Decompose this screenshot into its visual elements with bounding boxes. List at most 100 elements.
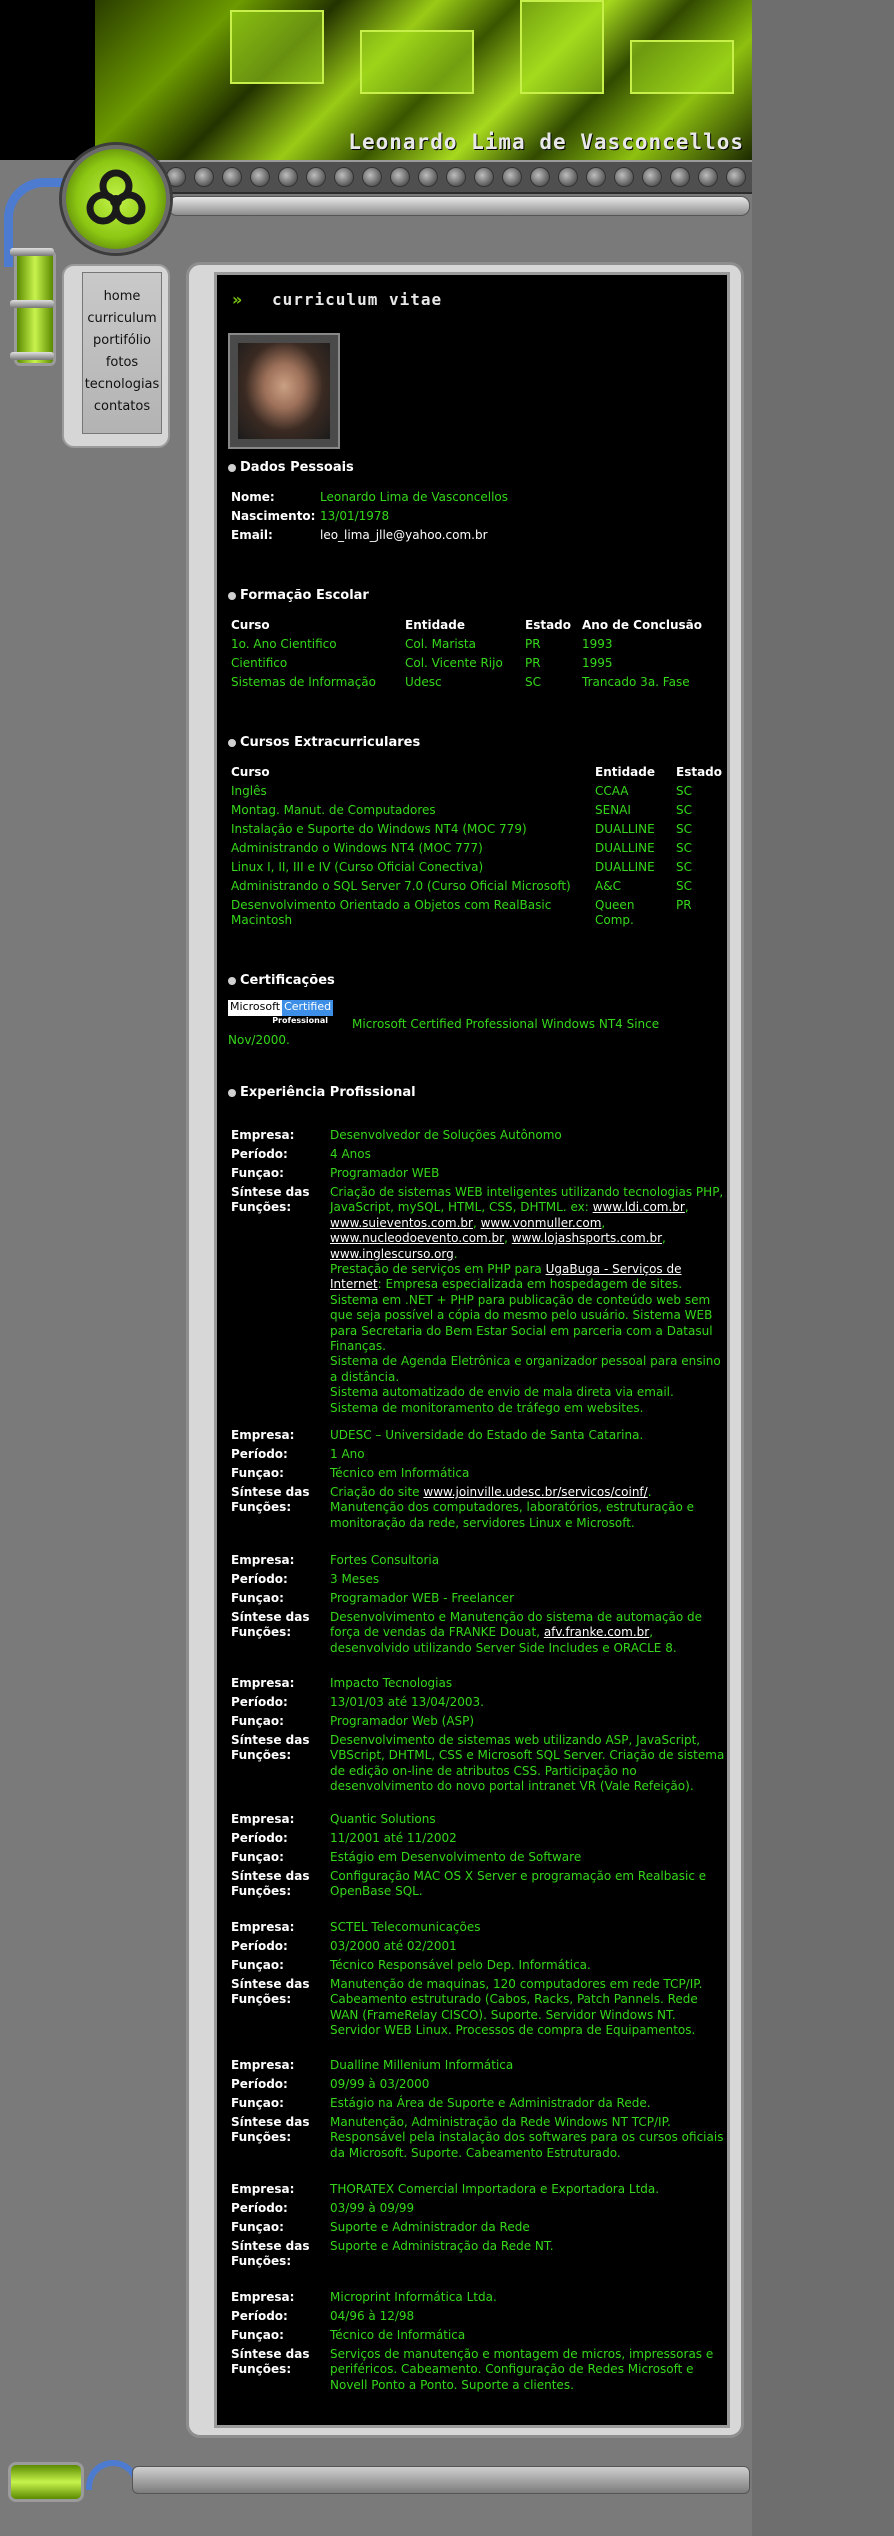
value-funcao: Programador Web (ASP) <box>330 1714 475 1728</box>
external-link[interactable]: www.vonmuller.com <box>481 1216 602 1230</box>
value-nome: Leonardo Lima de Vasconcellos <box>320 490 509 504</box>
label-funcao: Funçao: <box>231 2096 284 2110</box>
nav-tecnologias[interactable]: tecnologias <box>82 374 162 396</box>
nav-fotos[interactable]: fotos <box>82 352 162 374</box>
label-periodo: Período: <box>231 1447 288 1461</box>
table-cell: Cientifico <box>231 656 288 670</box>
value-funcao: Programador WEB <box>330 1166 440 1180</box>
col-header: Estado <box>676 765 723 779</box>
table-cell: SC <box>676 803 692 817</box>
section-cursos: Cursos Extracurriculares <box>228 735 420 750</box>
value-sintese: Criação de sistemas WEB inteligentes uti… <box>330 1185 724 1415</box>
table-cell: Instalação e Suporte do Windows NT4 (MOC… <box>231 822 527 836</box>
canister-ring <box>10 248 54 256</box>
decor-block <box>520 0 604 94</box>
table-cell: 1993 <box>582 637 613 651</box>
value-empresa: UDESC – Universidade do Estado de Santa … <box>330 1428 644 1442</box>
label-funcao: Funçao: <box>231 2328 284 2342</box>
nav-menu: home curriculum portifólio fotos tecnolo… <box>82 286 162 418</box>
value-periodo: 04/96 à 12/98 <box>330 2309 415 2323</box>
chrome-rail <box>168 196 750 216</box>
table-cell: SC <box>676 860 692 874</box>
site-title: Leonardo Lima de Vasconcellos <box>348 130 744 154</box>
nav-home[interactable]: home <box>82 286 162 308</box>
table-cell: A&C <box>595 879 621 893</box>
table-cell: SC <box>676 822 692 836</box>
external-link[interactable]: www.ldi.com.br <box>593 1200 685 1214</box>
label-funcao: Funçao: <box>231 1850 284 1864</box>
footer-rail <box>132 2466 750 2494</box>
external-link[interactable]: www.suieventos.com.br <box>330 1216 473 1230</box>
external-link[interactable]: afv.franke.com.br <box>544 1625 649 1639</box>
table-cell: Queen Comp. <box>595 898 635 927</box>
table-cell: Desenvolvimento Orientado a Objetos com … <box>231 898 552 927</box>
col-header: Ano de Conclusão <box>582 618 703 632</box>
label-periodo: Período: <box>231 2201 288 2215</box>
canister-ring <box>10 300 54 308</box>
value-empresa: THORATEX Comercial Importadora e Exporta… <box>330 2182 660 2196</box>
col-header: Curso <box>231 765 270 779</box>
table-cell: DUALLINE <box>595 860 655 874</box>
page-title: curriculum vitae <box>272 290 443 309</box>
label-sintese: Síntese das Funções: <box>231 1610 310 1639</box>
label-nascimento: Nascimento: <box>231 509 316 523</box>
table-cell: PR <box>525 656 541 670</box>
label-sintese: Síntese das Funções: <box>231 1733 310 1762</box>
label-funcao: Funçao: <box>231 1166 284 1180</box>
value-empresa: Desenvolvedor de Soluções Autônomo <box>330 1128 562 1142</box>
header-banner: Leonardo Lima de Vasconcellos <box>0 0 752 160</box>
decor-block <box>230 10 324 84</box>
table-cell: SC <box>676 784 692 798</box>
table-cell: Linux I, II, III e IV (Curso Oficial Con… <box>231 860 484 874</box>
label-funcao: Funçao: <box>231 2220 284 2234</box>
value-sintese: Criação do site www.joinville.udesc.br/s… <box>330 1485 694 1530</box>
external-link[interactable]: www.joinville.udesc.br/servicos/coinf/ <box>423 1485 647 1499</box>
label-empresa: Empresa: <box>231 1676 295 1690</box>
label-empresa: Empresa: <box>231 1128 295 1142</box>
col-header: Curso <box>231 618 270 632</box>
label-empresa: Empresa: <box>231 1553 295 1567</box>
bolt-bar <box>160 160 752 194</box>
label-funcao: Funçao: <box>231 1466 284 1480</box>
external-link[interactable]: UgaBuga - Serviços de Internet <box>330 1262 682 1291</box>
value-periodo: 09/99 à 03/2000 <box>330 2077 430 2091</box>
value-sintese: Suporte e Administração da Rede NT. <box>330 2239 554 2253</box>
value-email[interactable]: leo_lima_jlle@yahoo.com.br <box>320 528 488 542</box>
table-cell: 1995 <box>582 656 613 670</box>
table-cell: Col. Marista <box>405 637 476 651</box>
table-cell: SENAI <box>595 803 631 817</box>
value-empresa: SCTEL Telecomunicações <box>330 1920 481 1934</box>
external-link[interactable]: www.inglescurso.org <box>330 1247 454 1261</box>
label-periodo: Período: <box>231 1147 288 1161</box>
decor-block <box>360 30 474 94</box>
label-periodo: Período: <box>231 1695 288 1709</box>
arrow-icon: » <box>232 290 243 309</box>
value-sintese: Configuração MAC OS X Server e programaç… <box>330 1869 707 1899</box>
section-title: Cursos Extracurriculares <box>240 735 421 750</box>
label-funcao: Funçao: <box>231 1958 284 1972</box>
table-cell: SC <box>676 841 692 855</box>
nav-portifolio[interactable]: portifólio <box>82 330 162 352</box>
label-empresa: Empresa: <box>231 1812 295 1826</box>
nav-contatos[interactable]: contatos <box>82 396 162 418</box>
logo-text: Certified <box>282 1000 334 1016</box>
nav-curriculum[interactable]: curriculum <box>82 308 162 330</box>
value-empresa: Fortes Consultoria <box>330 1553 440 1567</box>
label-empresa: Empresa: <box>231 2182 295 2196</box>
label-periodo: Período: <box>231 1831 288 1845</box>
value-sintese: Manutenção, Administração da Rede Window… <box>330 2115 724 2160</box>
bullet-icon <box>228 738 236 747</box>
label-sintese: Síntese das Funções: <box>231 1869 310 1898</box>
external-link[interactable]: www.nucleodoevento.com.br <box>330 1231 504 1245</box>
value-periodo: 4 Anos <box>330 1147 371 1161</box>
label-sintese: Síntese das Funções: <box>231 2239 310 2268</box>
canister-decor <box>14 250 56 366</box>
table-cell: SC <box>525 675 541 689</box>
value-periodo: 3 Meses <box>330 1572 380 1586</box>
value-funcao: Estágio em Desenvolvimento de Software <box>330 1850 582 1864</box>
value-funcao: Técnico Responsável pelo Dep. Informátic… <box>330 1958 591 1972</box>
label-funcao: Funçao: <box>231 1714 284 1728</box>
external-link[interactable]: www.lojashsports.com.br <box>512 1231 662 1245</box>
value-periodo: 03/2000 até 02/2001 <box>330 1939 457 1953</box>
value-periodo: 11/2001 até 11/2002 <box>330 1831 457 1845</box>
